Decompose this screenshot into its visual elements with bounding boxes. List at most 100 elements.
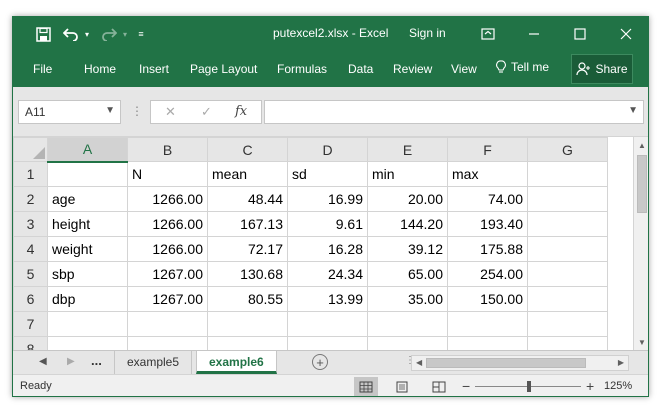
cell-D5[interactable]: 24.34 <box>287 261 368 287</box>
cell-G4[interactable] <box>527 236 608 262</box>
row-header[interactable]: 7 <box>13 311 48 337</box>
minimize-button[interactable] <box>511 17 557 51</box>
undo-icon[interactable] <box>61 25 81 43</box>
row-header[interactable]: 2 <box>13 186 48 212</box>
sign-in-link[interactable]: Sign in <box>409 26 446 40</box>
cell-E3[interactable]: 144.20 <box>367 211 448 237</box>
column-header[interactable]: C <box>207 137 288 162</box>
tab-page-layout[interactable]: Page Layout <box>190 62 257 76</box>
cell-F8[interactable] <box>447 336 528 350</box>
row-header[interactable]: 1 <box>13 161 48 187</box>
cell-F6[interactable]: 150.00 <box>447 286 528 312</box>
column-header[interactable]: F <box>447 137 528 162</box>
insert-function-icon[interactable]: fx <box>235 104 247 119</box>
cell-F4[interactable]: 175.88 <box>447 236 528 262</box>
worksheet-grid[interactable]: A B C D E F G 1 Nmean sd min max 2 age 1266.00 4… <box>13 137 633 350</box>
cell-A5[interactable]: sbp <box>47 261 128 287</box>
cell-D4[interactable]: 16.28 <box>287 236 368 262</box>
tab-file[interactable]: File <box>33 62 52 76</box>
cell-table[interactable]: A B C D E F G 1 Nmean sd min max 2 age 1266.00 4… <box>13 137 608 350</box>
cell-A8[interactable] <box>47 336 128 350</box>
formula-input[interactable]: ▼ <box>264 100 644 124</box>
sheet-tab-example6[interactable]: example6 <box>196 351 277 374</box>
cell-D6[interactable]: 13.99 <box>287 286 368 312</box>
row-header[interactable]: 8 <box>13 336 48 350</box>
scroll-up-icon[interactable]: ▲ <box>634 137 648 153</box>
zoom-out-icon[interactable]: − <box>462 378 470 394</box>
name-box[interactable]: A11 ▼ <box>18 100 121 124</box>
cell-E7[interactable] <box>367 311 448 337</box>
row-header[interactable]: 5 <box>13 261 48 287</box>
cell-C6[interactable]: 80.55 <box>207 286 288 312</box>
cell-E4[interactable]: 39.12 <box>367 236 448 262</box>
cell-E6[interactable]: 35.00 <box>367 286 448 312</box>
cell-A3[interactable]: height <box>47 211 128 237</box>
cell-G3[interactable] <box>527 211 608 237</box>
vertical-scroll-thumb[interactable] <box>637 155 647 213</box>
tab-home[interactable]: Home <box>84 62 116 76</box>
cell-G7[interactable] <box>527 311 608 337</box>
close-button[interactable] <box>603 17 648 51</box>
cell-A2[interactable]: age <box>47 186 128 212</box>
cell-D8[interactable] <box>287 336 368 350</box>
maximize-button[interactable] <box>557 17 603 51</box>
cell-D1[interactable]: sd <box>287 161 368 187</box>
row-header[interactable]: 4 <box>13 236 48 262</box>
column-header[interactable]: B <box>127 137 208 162</box>
scroll-down-icon[interactable]: ▼ <box>634 334 648 350</box>
cell-B6[interactable]: 1267.00 <box>127 286 208 312</box>
normal-view-icon[interactable] <box>354 377 378 396</box>
more-sheets-button[interactable]: ... <box>91 353 102 368</box>
cell-B8[interactable] <box>127 336 208 350</box>
undo-dropdown-icon[interactable]: ▾ <box>83 25 91 43</box>
cell-C4[interactable]: 72.17 <box>207 236 288 262</box>
cell-A7[interactable] <box>47 311 128 337</box>
column-header[interactable]: E <box>367 137 448 162</box>
cell-D7[interactable] <box>287 311 368 337</box>
cell-F3[interactable]: 193.40 <box>447 211 528 237</box>
customize-toolbar-icon[interactable]: ≡ <box>135 25 147 43</box>
cell-D2[interactable]: 16.99 <box>287 186 368 212</box>
cell-C7[interactable] <box>207 311 288 337</box>
ribbon-display-options-button[interactable] <box>465 17 511 51</box>
vertical-scrollbar[interactable]: ▲ ▼ <box>633 137 648 350</box>
cell-D3[interactable]: 9.61 <box>287 211 368 237</box>
cell-C3[interactable]: 167.13 <box>207 211 288 237</box>
column-header[interactable]: D <box>287 137 368 162</box>
tab-review[interactable]: Review <box>393 62 432 76</box>
cell-G5[interactable] <box>527 261 608 287</box>
cell-C2[interactable]: 48.44 <box>207 186 288 212</box>
cell-E2[interactable]: 20.00 <box>367 186 448 212</box>
previous-sheet-icon[interactable]: ◀ <box>39 356 47 367</box>
cell-B7[interactable] <box>127 311 208 337</box>
next-sheet-icon[interactable]: ▶ <box>67 356 75 367</box>
cell-E1[interactable]: min <box>367 161 448 187</box>
zoom-slider-thumb[interactable] <box>527 381 531 392</box>
tab-data[interactable]: Data <box>348 62 373 76</box>
cell-F7[interactable] <box>447 311 528 337</box>
tab-formulas[interactable]: Formulas <box>277 62 327 76</box>
horizontal-scrollbar[interactable]: ◀ ▶ <box>411 355 629 371</box>
scroll-left-icon[interactable]: ◀ <box>416 358 422 367</box>
select-all-corner[interactable] <box>13 137 48 162</box>
save-icon[interactable] <box>33 25 53 43</box>
expand-formula-bar-icon[interactable]: ▼ <box>628 105 638 116</box>
cell-B1[interactable]: N <box>127 161 208 187</box>
column-header[interactable]: A <box>47 137 128 163</box>
cell-B4[interactable]: 1266.00 <box>127 236 208 262</box>
cell-B2[interactable]: 1266.00 <box>127 186 208 212</box>
cell-F5[interactable]: 254.00 <box>447 261 528 287</box>
cell-C8[interactable] <box>207 336 288 350</box>
cell-G8[interactable] <box>527 336 608 350</box>
row-header[interactable]: 3 <box>13 211 48 237</box>
chevron-down-icon[interactable]: ▼ <box>105 105 115 116</box>
zoom-level[interactable]: 125% <box>604 380 632 392</box>
cell-B3[interactable]: 1266.00 <box>127 211 208 237</box>
cell-G6[interactable] <box>527 286 608 312</box>
cell-A1[interactable] <box>47 161 128 187</box>
cell-C5[interactable]: 130.68 <box>207 261 288 287</box>
sheet-tab-example5[interactable]: example5 <box>114 351 193 374</box>
cell-F2[interactable]: 74.00 <box>447 186 528 212</box>
cell-A6[interactable]: dbp <box>47 286 128 312</box>
horizontal-scroll-thumb[interactable] <box>426 358 586 368</box>
